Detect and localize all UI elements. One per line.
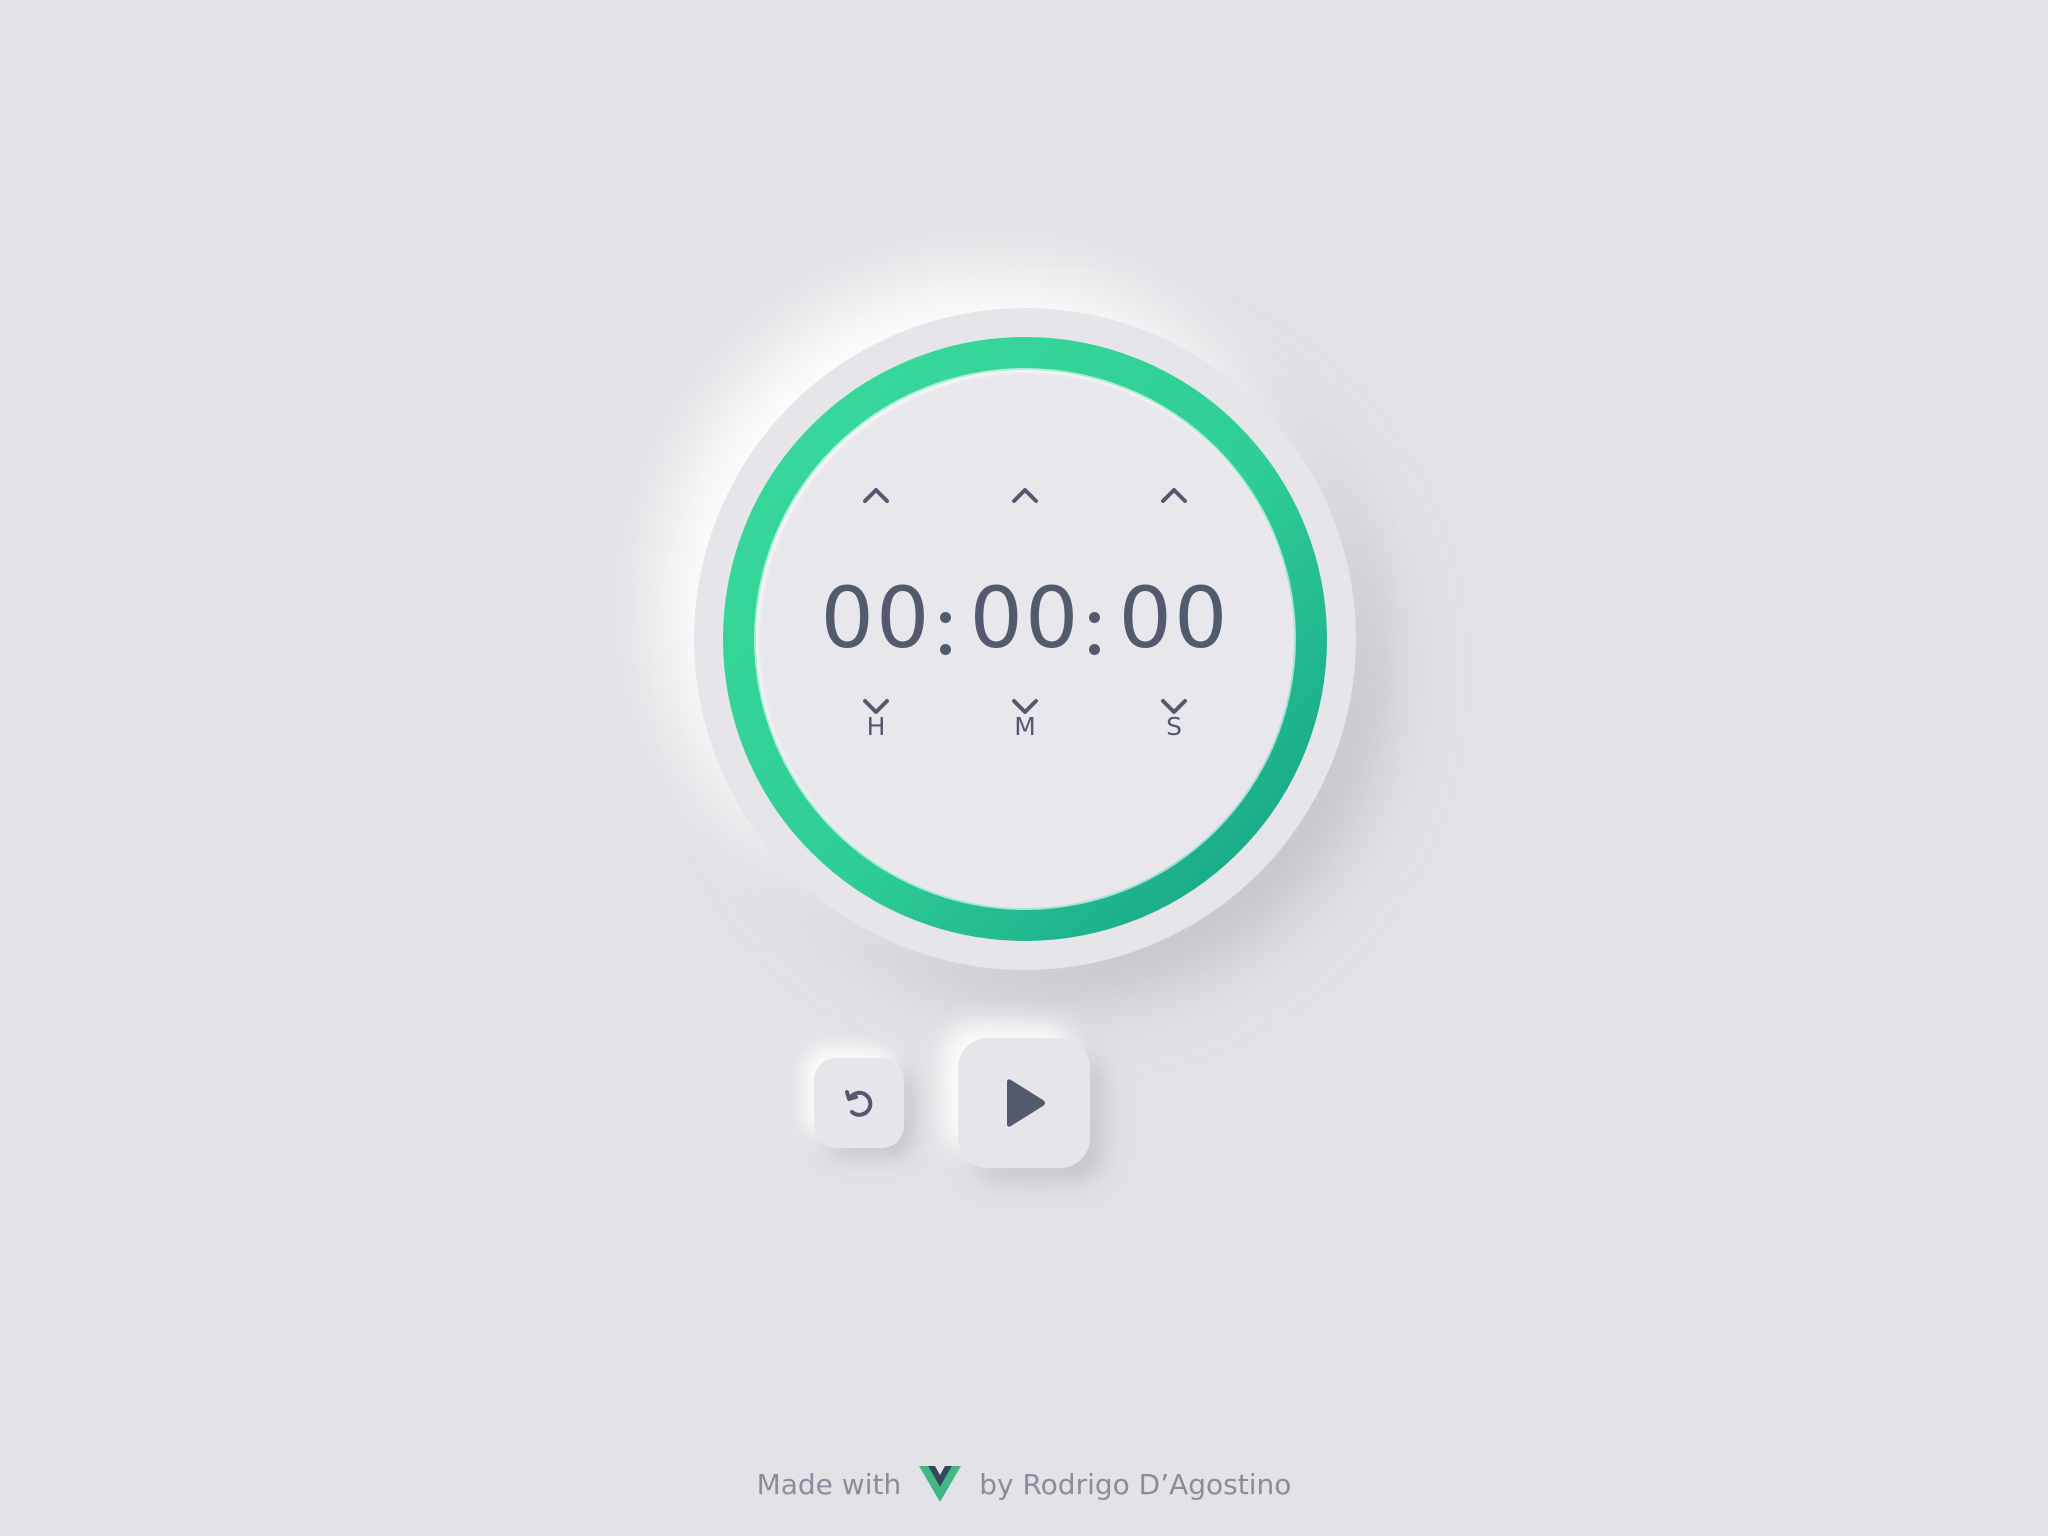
rotate-ccw-icon	[845, 1090, 873, 1117]
seconds-increment-button[interactable]	[1154, 480, 1194, 510]
timer-dial: 00 H 00 M 00 S	[694, 308, 1356, 970]
hours-label: H	[866, 712, 886, 741]
reset-button[interactable]	[814, 1058, 904, 1148]
hours-column: 00 H	[816, 480, 936, 840]
colon-separator	[930, 582, 960, 682]
timer-face: 00 H 00 M 00 S	[756, 370, 1294, 908]
chevron-up-icon	[863, 488, 889, 503]
chevron-up-icon	[1012, 488, 1038, 503]
minutes-value: 00	[969, 569, 1081, 667]
seconds-value: 00	[1118, 569, 1230, 667]
seconds-column: 00 S	[1114, 480, 1234, 840]
hours-value: 00	[820, 569, 932, 667]
play-icon	[1007, 1079, 1045, 1127]
hours-increment-button[interactable]	[856, 480, 896, 510]
minutes-increment-button[interactable]	[1005, 480, 1045, 510]
footer-author: by Rodrigo D’Agostino	[979, 1467, 1292, 1501]
footer-credit: Made with by Rodrigo D’Agostino	[0, 1462, 2048, 1506]
chevron-up-icon	[1161, 488, 1187, 503]
footer-made-with: Made with	[756, 1467, 902, 1501]
timer-app: 00 H 00 M 00 S Made with by Rodrigo D’Ag…	[0, 0, 2048, 1536]
colon-separator	[1079, 582, 1109, 682]
seconds-label: S	[1166, 712, 1182, 741]
minutes-label: M	[1014, 712, 1036, 741]
play-button[interactable]	[958, 1038, 1090, 1168]
minutes-column: 00 M	[965, 480, 1085, 840]
vue-logo-icon	[919, 1466, 962, 1502]
